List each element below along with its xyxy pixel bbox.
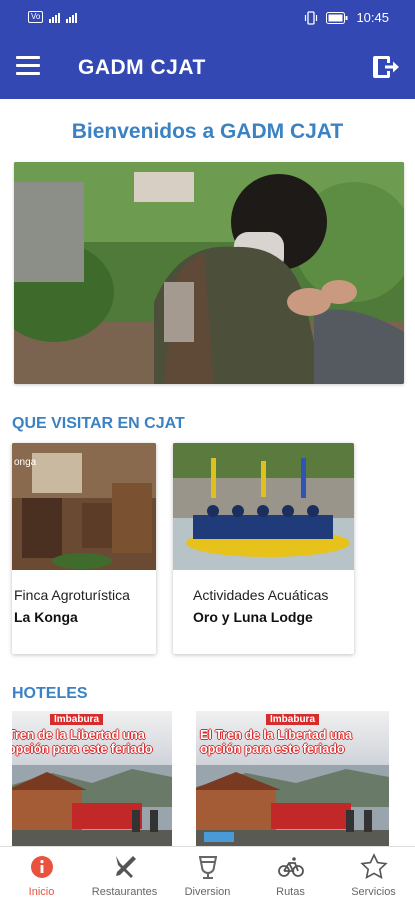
nav-item-diversion[interactable]: Diversion <box>166 847 249 900</box>
hotel-headline-line2: opción para este feriado <box>12 742 153 756</box>
app-title: GADM CJAT <box>78 56 206 79</box>
bicycle-icon <box>277 857 304 877</box>
visit-card[interactable]: Actividades Acuáticas Oro y Luna Lodge <box>173 443 354 654</box>
hero-photo <box>14 162 404 384</box>
hotel-card[interactable]: Imbabura Tren de la Libertad una opción … <box>12 711 172 846</box>
visit-section-title: QUE VISITAR EN CJAT <box>12 415 185 432</box>
train-photo <box>196 765 389 846</box>
nav-label: Servicios <box>351 886 396 898</box>
welcome-title: Bienvenidos a GADM CJAT <box>71 120 344 143</box>
hotel-headline-line1: El Tren de la Libertad una <box>200 728 353 742</box>
nav-label: Restaurantes <box>91 886 158 898</box>
nav-item-inicio[interactable]: Inicio <box>0 847 83 900</box>
hero-image[interactable] <box>14 162 404 384</box>
hotel-card[interactable]: Imbabura El Tren de la Libertad una opci… <box>196 711 389 846</box>
hotel-card-headline: Tren de la Libertad una opción para este… <box>12 728 152 756</box>
star-icon <box>359 853 388 880</box>
battery-icon <box>326 11 348 24</box>
status-left: Vo <box>28 11 83 23</box>
signal-icon <box>49 13 78 23</box>
carrier-badge: Vo <box>28 11 44 23</box>
hotel-card-tag: Imbabura <box>50 714 104 725</box>
nav-item-servicios[interactable]: Servicios <box>332 847 415 900</box>
hotels-section-title: HOTELES <box>12 685 88 702</box>
hamburger-menu-icon[interactable] <box>16 56 40 76</box>
logout-icon[interactable] <box>371 52 401 82</box>
utensils-icon <box>115 856 136 878</box>
visit-card[interactable]: onga Finca Agroturística La Konga <box>12 443 156 654</box>
visit-card-name: Oro y Luna Lodge <box>193 609 313 625</box>
vibrate-icon <box>305 10 318 25</box>
hotel-headline-line1: Tren de la Libertad una <box>12 728 145 742</box>
nav-item-rutas[interactable]: Rutas <box>249 847 332 900</box>
hotel-card-headline: El Tren de la Libertad una opción para e… <box>200 728 352 756</box>
hotel-headline-line2: opción para este feriado <box>200 742 345 756</box>
status-bar: Vo 10:45 <box>0 0 415 36</box>
visit-card-image: onga <box>12 443 156 570</box>
app-bar: GADM CJAT <box>0 36 415 99</box>
status-right: 10:45 <box>304 10 389 25</box>
status-time: 10:45 <box>356 10 389 25</box>
info-icon <box>30 856 53 878</box>
nav-label: Inicio <box>28 886 55 898</box>
visit-card-name: La Konga <box>14 609 78 625</box>
nav-item-restaurantes[interactable]: Restaurantes <box>83 847 166 900</box>
bottom-nav: Inicio Restaurantes Diversion Rutas Serv… <box>0 846 415 900</box>
cocktail-glass-icon <box>198 856 217 879</box>
visit-card-category: Actividades Acuáticas <box>193 587 329 603</box>
nav-label: Rutas <box>276 886 305 898</box>
train-photo <box>12 765 172 846</box>
hotel-card-tag: Imbabura <box>266 714 320 725</box>
visit-card-category: Finca Agroturística <box>14 587 130 603</box>
visit-card-logo-text: onga <box>14 457 37 468</box>
nav-label: Diversion <box>184 886 231 898</box>
visit-card-image <box>173 443 354 570</box>
